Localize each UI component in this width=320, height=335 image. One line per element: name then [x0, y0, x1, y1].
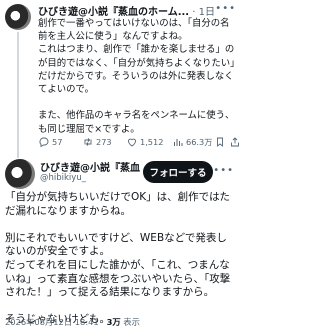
tweet-header: ひびき遊@小説『蒸血のホーム... · 1日 •••: [38, 3, 236, 17]
repost-count: 273: [96, 137, 112, 147]
reply-icon: [39, 137, 49, 148]
tweet-text: 「自分が気持ちいいだけでOK」は、創作ではただ漏れになりますからね。 別にそれで…: [5, 191, 231, 326]
separator: ·: [192, 7, 196, 17]
repost-icon: [84, 138, 92, 146]
follow-button[interactable]: フォローする: [143, 161, 213, 183]
bookmark-button[interactable]: [214, 136, 226, 148]
views-icon: [174, 139, 183, 146]
heart-icon: [128, 138, 136, 147]
reply-button[interactable]: 57: [38, 136, 62, 148]
tweet-meta: 2026年08月12日 18:41 · 3万 表示: [5, 316, 140, 328]
display-name[interactable]: ひびき遊@小説『蒸血の...: [40, 159, 140, 174]
avatar[interactable]: [5, 159, 35, 189]
like-count: 1,512: [140, 137, 164, 147]
more-horizontal-icon[interactable]: •••: [213, 165, 234, 176]
action-bar: 57 273 1,512 66.3万: [38, 136, 241, 150]
views-button[interactable]: 66.3万: [172, 136, 212, 148]
tweet-2[interactable]: ひびき遊@小説『蒸血の... @hibikiyu_ フォローする ••• 「自分…: [0, 155, 240, 335]
thread-line: [17, 32, 19, 158]
views-label: 表示: [120, 317, 140, 327]
tweet-1[interactable]: ひびき遊@小説『蒸血のホーム... · 1日 ••• 創作で一番やってはいけない…: [0, 0, 241, 158]
user-handle[interactable]: @hibikiyu_: [40, 173, 86, 183]
display-name[interactable]: ひびき遊@小説『蒸血のホーム...: [38, 7, 189, 17]
bookmark-icon: [217, 137, 223, 147]
timestamp[interactable]: 2026年08月12日 18:41 ·: [5, 317, 107, 327]
more-horizontal-icon[interactable]: •••: [215, 3, 236, 14]
timestamp[interactable]: 1日: [199, 7, 215, 17]
share-button[interactable]: [229, 136, 241, 148]
tweet-text: 創作で一番やってはいけないのは、「自分の名前を主人公に使う」なんですよね。 これ…: [38, 18, 235, 135]
share-icon: [231, 137, 239, 147]
repost-button[interactable]: 273: [82, 136, 112, 148]
avatar[interactable]: [5, 4, 31, 30]
reply-count: 57: [52, 137, 63, 147]
view-count: 3万: [106, 317, 121, 327]
like-button[interactable]: 1,512: [126, 136, 163, 148]
view-count: 66.3万: [186, 137, 213, 147]
